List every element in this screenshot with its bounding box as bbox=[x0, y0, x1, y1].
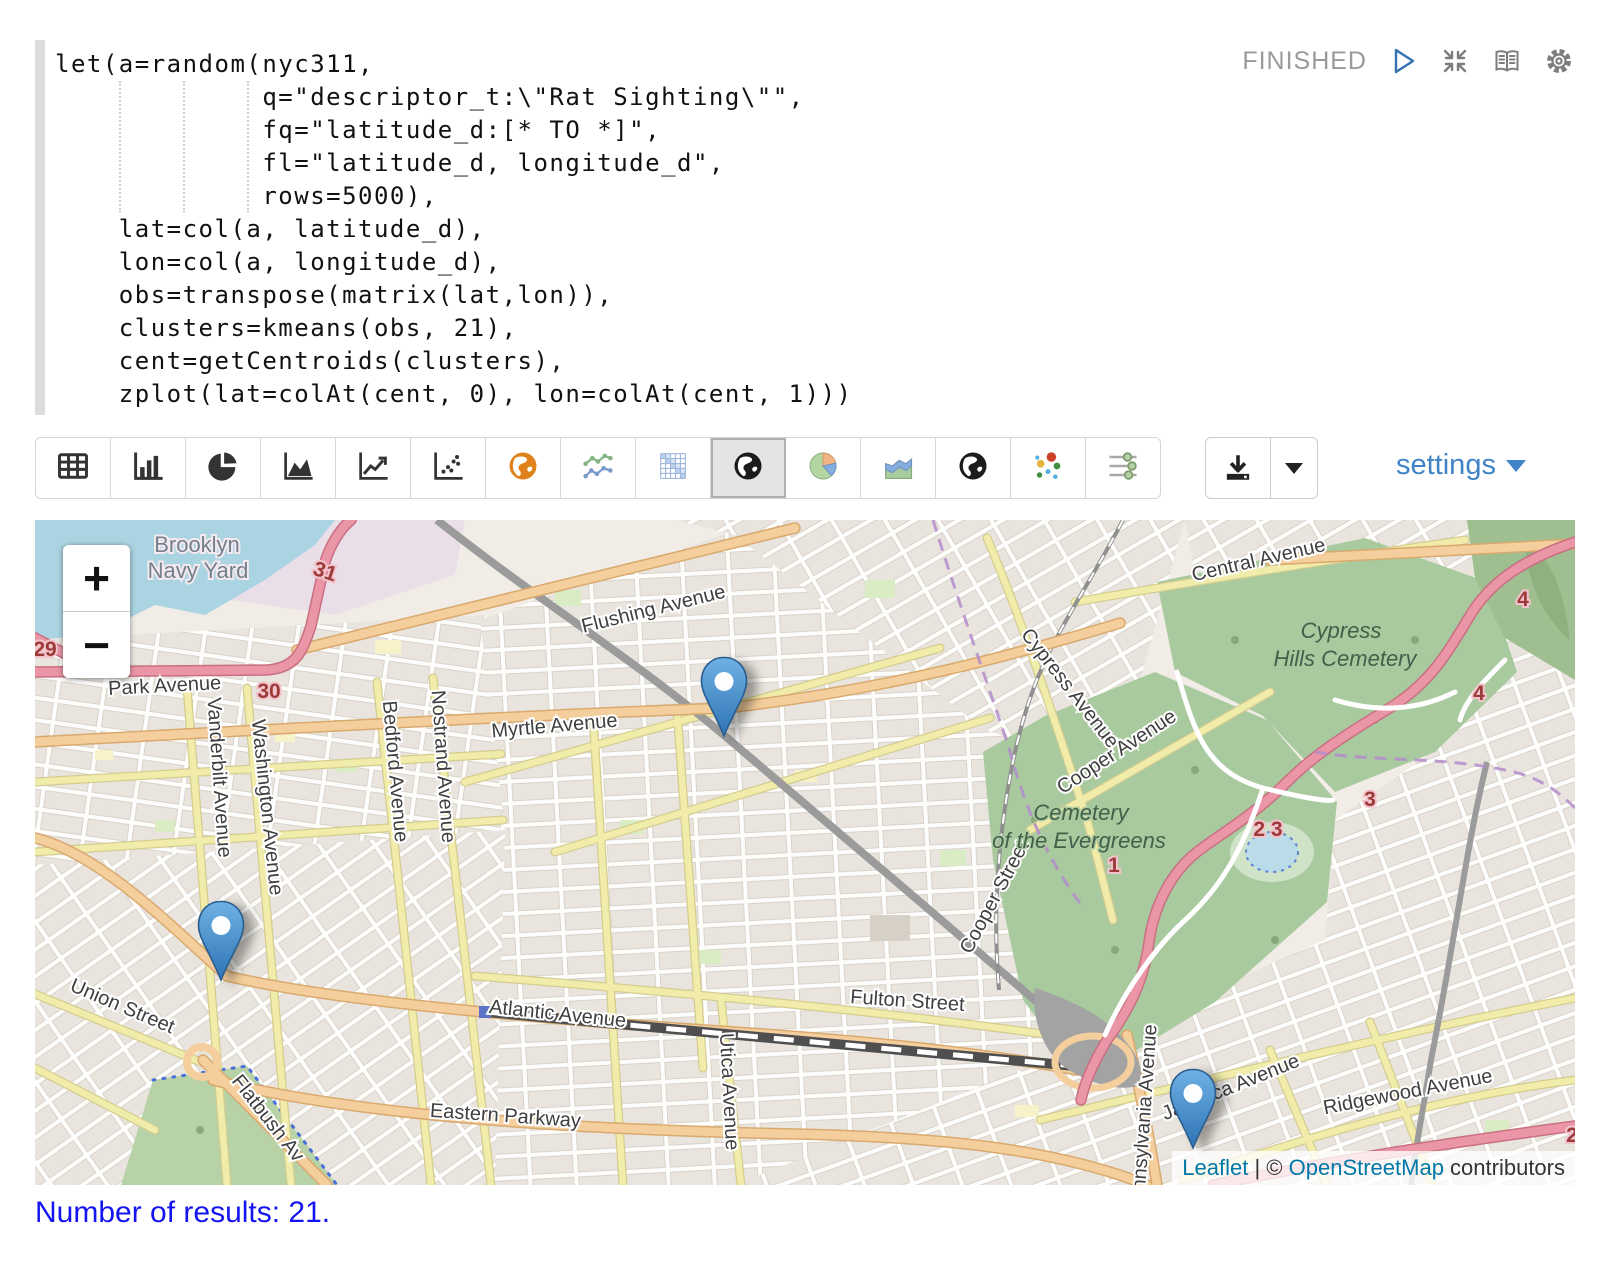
globeDark-icon bbox=[730, 448, 766, 489]
attribution-separator: | © bbox=[1248, 1155, 1288, 1180]
leaflet-map[interactable]: BrooklynNavy YardPark AvenueFlushing Ave… bbox=[35, 520, 1575, 1185]
download-options-button[interactable] bbox=[1270, 438, 1317, 498]
viz-globe-dark-button[interactable] bbox=[936, 438, 1011, 498]
shrink-icon bbox=[1439, 45, 1471, 77]
viz-scatter-chart-button[interactable] bbox=[411, 438, 486, 498]
viz-button-group bbox=[35, 437, 1161, 499]
status-badge: FINISHED bbox=[1242, 47, 1367, 76]
download-group bbox=[1205, 437, 1318, 499]
viz-sliders-button[interactable] bbox=[1086, 438, 1160, 498]
settings-toggle[interactable]: settings bbox=[1396, 449, 1526, 482]
zoom-out-button[interactable]: − bbox=[63, 612, 130, 678]
gear-icon bbox=[1543, 44, 1575, 78]
map-label: Cemetery bbox=[1033, 800, 1130, 825]
scatter-icon bbox=[430, 448, 466, 489]
viz-pie-chart-button[interactable] bbox=[186, 438, 261, 498]
play-icon bbox=[1396, 50, 1413, 72]
show-editor-button[interactable] bbox=[1491, 45, 1523, 77]
code-line: zplot(lat=colAt(cent, 0), lon=colAt(cent… bbox=[55, 378, 852, 411]
code-line: obs=transpose(matrix(lat,lon)), bbox=[55, 279, 852, 312]
zoom-in-button[interactable]: + bbox=[63, 545, 130, 612]
book-icon bbox=[1491, 44, 1523, 78]
globeDark-icon bbox=[955, 448, 991, 489]
code-line: fq="latitude_d:[* TO *]", bbox=[55, 114, 852, 147]
code-line: let(a=random(nyc311, bbox=[55, 48, 852, 81]
code-line: cent=getCentroids(clusters), bbox=[55, 345, 852, 378]
settings-caret-icon bbox=[1506, 460, 1526, 472]
visualization-toolbar: settings bbox=[35, 437, 1526, 499]
area-icon bbox=[280, 448, 316, 489]
chevron-down-icon bbox=[1285, 463, 1303, 474]
map-label: of the Evergreens bbox=[992, 828, 1166, 853]
route-shield: 29 bbox=[35, 638, 57, 661]
viz-map-globe-button[interactable] bbox=[711, 438, 786, 498]
bar-icon bbox=[130, 448, 166, 489]
map-zoom-control: + − bbox=[63, 545, 130, 678]
pieColor-icon bbox=[805, 448, 841, 489]
sliders-icon bbox=[1105, 448, 1141, 489]
map-marker[interactable] bbox=[699, 656, 749, 738]
map-label: Hills Cemetery bbox=[1273, 646, 1418, 671]
code-line: lon=col(a, longitude_d), bbox=[55, 246, 852, 279]
code-line: rows=5000), bbox=[55, 180, 852, 213]
multiline-icon bbox=[580, 448, 616, 489]
collapse-width-button[interactable] bbox=[1439, 45, 1471, 77]
viz-globe-orange-button[interactable] bbox=[486, 438, 561, 498]
paragraph-settings-button[interactable] bbox=[1543, 45, 1575, 77]
viz-line-chart-button[interactable] bbox=[336, 438, 411, 498]
line-icon bbox=[355, 448, 391, 489]
route-shield: 2 bbox=[1566, 1124, 1575, 1147]
code-line: clusters=kmeans(obs, 21), bbox=[55, 312, 852, 345]
map-attribution: Leaflet | © OpenStreetMap contributors bbox=[1172, 1151, 1575, 1185]
run-paragraph-button[interactable] bbox=[1387, 45, 1419, 77]
viz-scatter-color-button[interactable] bbox=[1011, 438, 1086, 498]
map-marker[interactable] bbox=[196, 900, 246, 982]
route-shield: 4 bbox=[1517, 588, 1529, 611]
scatterColor-icon bbox=[1030, 448, 1066, 489]
osm-link[interactable]: OpenStreetMap bbox=[1289, 1155, 1444, 1180]
map-label: Cypress bbox=[1301, 618, 1382, 643]
viz-area-color-button[interactable] bbox=[861, 438, 936, 498]
viz-table-button[interactable] bbox=[36, 438, 111, 498]
map-canvas: BrooklynNavy YardPark AvenueFlushing Ave… bbox=[35, 520, 1575, 1185]
result-count-text: Number of results: 21. bbox=[35, 1196, 330, 1230]
editor-gutter bbox=[35, 40, 45, 415]
route-shield: 4 bbox=[1473, 682, 1485, 705]
areaColor-icon bbox=[880, 448, 916, 489]
heatmap-icon bbox=[655, 448, 691, 489]
leaflet-link[interactable]: Leaflet bbox=[1182, 1155, 1248, 1180]
table-icon bbox=[55, 448, 91, 489]
viz-area-chart-button[interactable] bbox=[261, 438, 336, 498]
route-shield: 30 bbox=[257, 680, 280, 703]
code-text[interactable]: let(a=random(nyc311, q="descriptor_t:\"R… bbox=[55, 48, 852, 411]
viz-pie-color-button[interactable] bbox=[786, 438, 861, 498]
download-button[interactable] bbox=[1206, 438, 1270, 498]
download-icon bbox=[1221, 451, 1255, 485]
pie-icon bbox=[205, 448, 241, 489]
paragraph-status-bar: FINISHED bbox=[1242, 45, 1575, 77]
map-marker[interactable] bbox=[1168, 1068, 1218, 1150]
code-line: fl="latitude_d, longitude_d", bbox=[55, 147, 852, 180]
globeOrange-icon bbox=[505, 448, 541, 489]
route-shield: 1 bbox=[1108, 854, 1120, 877]
map-label: Navy Yard bbox=[148, 558, 249, 583]
route-shield: 3 bbox=[1364, 788, 1376, 811]
viz-bar-chart-button[interactable] bbox=[111, 438, 186, 498]
route-shield: 2 3 bbox=[1253, 818, 1282, 841]
attribution-suffix: contributors bbox=[1444, 1155, 1565, 1180]
code-line: q="descriptor_t:\"Rat Sighting\"", bbox=[55, 81, 852, 114]
code-editor[interactable]: let(a=random(nyc311, q="descriptor_t:\"R… bbox=[35, 40, 1583, 415]
code-line: lat=col(a, latitude_d), bbox=[55, 213, 852, 246]
map-label: Brooklyn bbox=[154, 532, 240, 557]
settings-label: settings bbox=[1396, 449, 1496, 482]
viz-multi-line-chart-button[interactable] bbox=[561, 438, 636, 498]
viz-heatmap-button[interactable] bbox=[636, 438, 711, 498]
